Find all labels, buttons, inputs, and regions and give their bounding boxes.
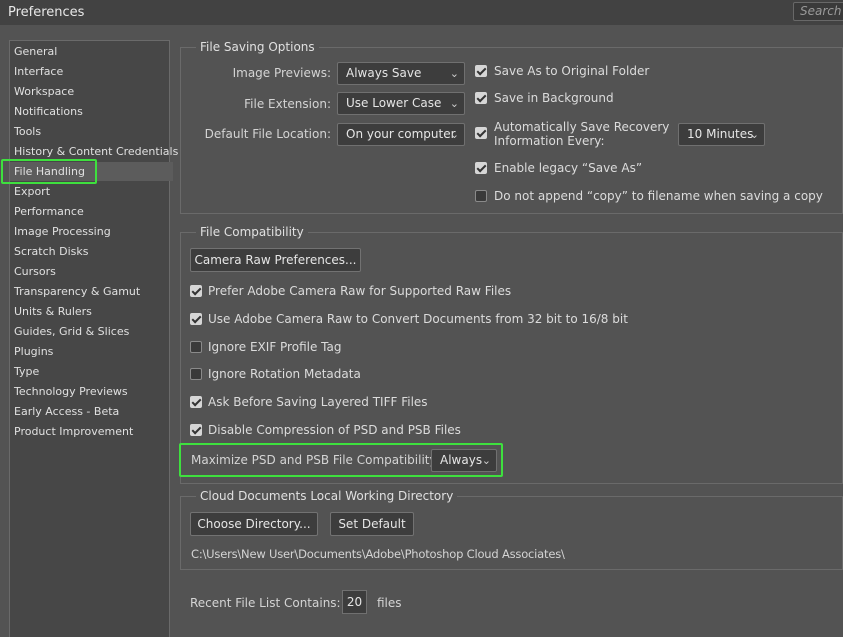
recent-files-label: Recent File List Contains: [190,596,341,610]
prefer-camera-raw-label: Prefer Adobe Camera Raw for Supported Ra… [208,284,512,298]
chevron-down-icon: ⌄ [481,454,491,467]
convert-32bit-label: Use Adobe Camera Raw to Convert Document… [208,312,628,326]
sidebar-item-cursors[interactable]: Cursors [14,262,171,281]
save-original-folder-checkbox[interactable] [475,65,487,77]
sidebar-item-plugins[interactable]: Plugins [14,342,171,361]
title-bar: Preferences Search [0,0,843,25]
sidebar-item-notifications[interactable]: Notifications [14,102,171,121]
sidebar-item-units-rulers[interactable]: Units & Rulers [14,302,171,321]
sidebar-item-product-improvement[interactable]: Product Improvement [14,422,171,441]
file-extension-value: Use Lower Case [346,96,442,110]
sidebar-item-technology-previews[interactable]: Technology Previews [14,382,171,401]
sidebar-item-early-access[interactable]: Early Access - Beta [14,402,171,421]
ask-layered-tiff-checkbox[interactable] [190,396,202,408]
sidebar-item-workspace[interactable]: Workspace [14,82,171,101]
image-previews-select[interactable]: Always Save ⌄ [337,62,465,85]
legacy-save-as-label: Enable legacy “Save As” [494,161,643,175]
cloud-documents-title: Cloud Documents Local Working Directory [196,489,458,503]
chevron-down-icon: ⌄ [749,128,759,141]
sidebar: General Interface Workspace Notification… [9,40,178,637]
chevron-down-icon: ⌄ [449,128,459,141]
ignore-exif-label: Ignore EXIF Profile Tag [208,340,342,354]
convert-32bit-checkbox[interactable] [190,313,202,325]
file-extension-select[interactable]: Use Lower Case ⌄ [337,92,465,115]
ignore-rotation-checkbox[interactable] [190,368,202,380]
choose-directory-button[interactable]: Choose Directory... [190,512,318,536]
sidebar-item-history[interactable]: History & Content Credentials [14,142,178,161]
default-location-select[interactable]: On your computer ⌄ [337,123,465,146]
legacy-save-as-checkbox[interactable] [475,162,487,174]
file-saving-options-title: File Saving Options [196,40,319,54]
sidebar-item-transparency[interactable]: Transparency & Gamut [14,282,171,301]
recovery-interval-value: 10 Minutes [687,127,754,141]
sidebar-item-performance[interactable]: Performance [14,202,171,221]
set-default-button[interactable]: Set Default [330,512,414,536]
sidebar-item-image-processing[interactable]: Image Processing [14,222,171,241]
disable-compression-label: Disable Compression of PSD and PSB Files [208,423,461,437]
no-append-copy-label: Do not append “copy” to filename when sa… [494,189,823,203]
default-location-label: Default File Location: [204,127,331,141]
prefer-camera-raw-checkbox[interactable] [190,285,202,297]
image-previews-label: Image Previews: [232,66,331,80]
save-background-label: Save in Background [494,91,614,105]
sidebar-item-general[interactable]: General [14,42,171,61]
sidebar-item-file-handling[interactable]: File Handling [10,162,173,181]
ignore-rotation-label: Ignore Rotation Metadata [208,367,361,381]
chevron-down-icon: ⌄ [449,67,459,80]
chevron-down-icon: ⌄ [449,97,459,110]
window-title: Preferences [8,5,85,20]
default-location-value: On your computer [346,127,456,141]
no-append-copy-checkbox[interactable] [475,190,487,202]
ignore-exif-checkbox[interactable] [190,341,202,353]
maximize-compat-select[interactable]: Always ⌄ [431,449,497,472]
file-compatibility-title: File Compatibility [196,225,308,239]
maximize-compat-value: Always [440,453,483,467]
recent-files-suffix: files [377,596,402,610]
sidebar-item-interface[interactable]: Interface [14,62,171,81]
auto-save-recovery-label-2: Information Every: [494,134,605,148]
disable-compression-checkbox[interactable] [190,424,202,436]
sidebar-item-tools[interactable]: Tools [14,122,171,141]
sidebar-item-type[interactable]: Type [14,362,171,381]
auto-save-recovery-checkbox[interactable] [475,127,487,139]
ask-layered-tiff-label: Ask Before Saving Layered TIFF Files [208,395,428,409]
cloud-directory-path: C:\Users\New User\Documents\Adobe\Photos… [191,547,565,561]
auto-save-recovery-label-1: Automatically Save Recovery [494,120,670,134]
save-original-folder-label: Save As to Original Folder [494,64,650,78]
save-background-checkbox[interactable] [475,92,487,104]
camera-raw-preferences-button[interactable]: Camera Raw Preferences... [190,248,361,272]
search-input[interactable]: Search [793,2,843,21]
recovery-interval-select[interactable]: 10 Minutes ⌄ [678,123,765,146]
sidebar-item-guides[interactable]: Guides, Grid & Slices [14,322,171,341]
file-extension-label: File Extension: [244,97,331,111]
maximize-compat-label: Maximize PSD and PSB File Compatibility: [191,453,440,467]
image-previews-value: Always Save [346,66,422,80]
sidebar-item-export[interactable]: Export [14,182,171,201]
sidebar-item-scratch-disks[interactable]: Scratch Disks [14,242,171,261]
recent-files-count-input[interactable]: 20 [342,590,367,614]
